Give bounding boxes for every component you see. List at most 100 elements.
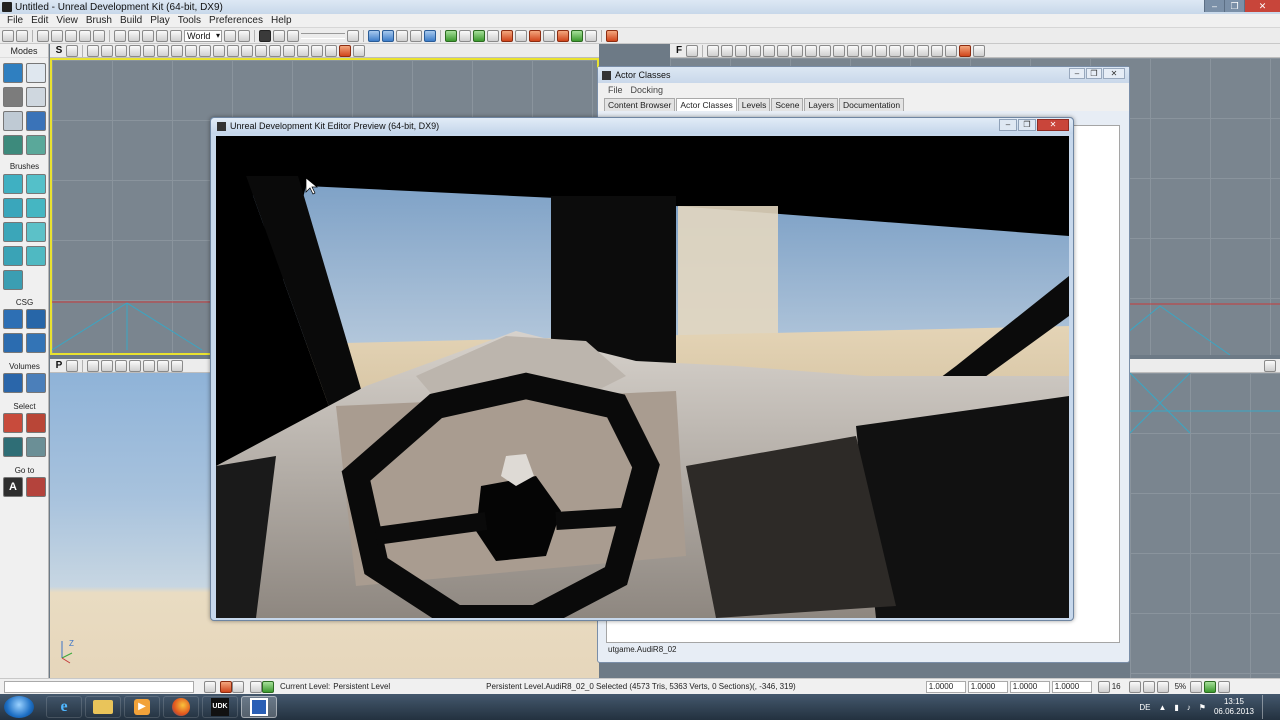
save-icon[interactable] xyxy=(37,29,49,42)
network-icon[interactable]: ▮ xyxy=(1174,703,1178,712)
lock-icon[interactable] xyxy=(325,44,337,57)
tab-layers[interactable]: Layers xyxy=(804,98,838,111)
start-button[interactable] xyxy=(4,696,34,718)
maximize-button[interactable]: ❐ xyxy=(1086,68,1102,79)
add-volume-icon[interactable] xyxy=(3,373,23,393)
play-in-editor-icon[interactable] xyxy=(445,29,457,42)
goto-actor-icon[interactable]: A xyxy=(3,477,23,497)
viewport-type-label[interactable]: S xyxy=(54,45,64,56)
sphere-brush-icon[interactable] xyxy=(26,246,46,266)
lighting-only-icon[interactable] xyxy=(157,359,169,372)
maximize-viewport-icon[interactable] xyxy=(973,44,985,57)
menu-file[interactable]: File xyxy=(3,15,27,26)
show-desktop-button[interactable] xyxy=(1262,695,1272,719)
menu-build[interactable]: Build xyxy=(116,15,146,26)
game-view-icon[interactable] xyxy=(931,44,943,57)
menu-view[interactable]: View xyxy=(52,15,82,26)
lighting-only-icon[interactable] xyxy=(777,44,789,57)
lit-icon[interactable] xyxy=(749,44,761,57)
detail-lighting-icon[interactable] xyxy=(763,44,775,57)
clock[interactable]: 13:15 06.06.2013 xyxy=(1214,697,1254,717)
stop-icon[interactable] xyxy=(529,29,541,42)
texture-density-icon[interactable] xyxy=(805,44,817,57)
menu-brush[interactable]: Brush xyxy=(82,15,116,26)
people-icon[interactable] xyxy=(917,44,929,57)
unknown-tool-icon[interactable] xyxy=(585,29,597,42)
reflection-icon[interactable] xyxy=(241,44,253,57)
rotation-snap-icon[interactable] xyxy=(1128,680,1141,693)
option-icon[interactable] xyxy=(1190,680,1203,693)
csg-deintersect-icon[interactable] xyxy=(26,333,46,353)
play-on-pc-icon[interactable] xyxy=(459,29,471,42)
redo-icon[interactable] xyxy=(93,29,105,42)
k-icon[interactable] xyxy=(273,29,285,42)
build-all-icon[interactable] xyxy=(424,29,436,42)
people-icon[interactable] xyxy=(297,44,309,57)
spiral-stairs-icon[interactable] xyxy=(3,246,23,266)
csg-subtract-icon[interactable] xyxy=(26,309,46,329)
tab-documentation[interactable]: Documentation xyxy=(838,98,905,111)
dropdown-icon[interactable] xyxy=(204,680,216,693)
move-mode-icon[interactable] xyxy=(26,87,46,107)
close-button[interactable]: ✕ xyxy=(1103,68,1125,79)
matinee-icon[interactable] xyxy=(287,29,299,42)
scale-snap-icon[interactable] xyxy=(1156,680,1169,693)
build-cover-icon[interactable] xyxy=(410,29,422,42)
shader-complexity-icon[interactable] xyxy=(199,44,211,57)
flag-icon[interactable]: ⚑ xyxy=(1199,703,1206,712)
unlit-icon[interactable] xyxy=(115,359,127,372)
game-preview-render[interactable] xyxy=(216,136,1069,618)
internet-explorer-icon[interactable]: e xyxy=(46,696,82,718)
language-indicator[interactable]: DE xyxy=(1139,703,1150,712)
draw-icon[interactable] xyxy=(889,44,901,57)
viewport-option-icon[interactable] xyxy=(686,44,698,57)
camera-mode-icon[interactable] xyxy=(3,63,23,83)
unlit-icon[interactable] xyxy=(115,44,127,57)
brush-wire-icon[interactable] xyxy=(101,359,113,372)
tray-expand-icon[interactable]: ▲ xyxy=(1158,703,1166,712)
level-browser-icon[interactable] xyxy=(250,680,262,693)
close-button[interactable]: ✕ xyxy=(1244,0,1280,12)
deselect-icon[interactable] xyxy=(26,413,46,433)
select-icon[interactable] xyxy=(114,29,126,42)
play-mobile-icon[interactable] xyxy=(487,29,499,42)
viewport-type-label[interactable]: P xyxy=(54,360,64,371)
lightmap-density-icon[interactable] xyxy=(213,44,225,57)
tab-scene[interactable]: Scene xyxy=(771,98,804,111)
minimize-button[interactable]: – xyxy=(999,119,1017,131)
menu-help[interactable]: Help xyxy=(267,15,296,26)
matinee-record-icon[interactable] xyxy=(501,29,513,42)
toggle-icon[interactable] xyxy=(557,29,569,42)
brush-wire-icon[interactable] xyxy=(721,44,733,57)
open-icon[interactable] xyxy=(16,29,28,42)
terrain-mode-icon[interactable] xyxy=(3,87,23,107)
menu-file[interactable]: File xyxy=(606,85,629,95)
csg-intersect-icon[interactable] xyxy=(3,333,23,353)
unknown-tool-icon[interactable] xyxy=(515,29,527,42)
g-mode-icon[interactable] xyxy=(875,44,887,57)
hide-selected-icon[interactable] xyxy=(26,437,46,457)
scale-z-field[interactable]: 1.0000 xyxy=(1009,680,1050,693)
reflection-icon[interactable] xyxy=(861,44,873,57)
viewport-option-icon[interactable] xyxy=(66,44,78,57)
draw-icon[interactable] xyxy=(269,44,281,57)
wireframe-icon[interactable] xyxy=(87,44,99,57)
unknown-tool-icon[interactable] xyxy=(543,29,555,42)
close-button[interactable]: ✕ xyxy=(1037,119,1069,131)
maximize-button[interactable]: ❐ xyxy=(1018,119,1036,131)
level-icon[interactable] xyxy=(232,680,244,693)
udk-taskbar-icon[interactable]: UDK xyxy=(202,696,238,718)
play-on-console-icon[interactable] xyxy=(473,29,485,42)
light-complexity-icon[interactable] xyxy=(791,44,803,57)
foliage-mode-icon[interactable] xyxy=(26,135,46,155)
linear-stairs-icon[interactable] xyxy=(3,222,23,242)
show-selected-icon[interactable] xyxy=(3,437,23,457)
scale-icon[interactable] xyxy=(156,29,168,42)
snap-icon[interactable] xyxy=(347,29,359,42)
coordinate-system-combo[interactable]: World xyxy=(184,29,222,42)
maximize-button[interactable]: ❐ xyxy=(1224,0,1244,12)
firefox-icon[interactable] xyxy=(163,696,199,718)
grid-snap-icon[interactable] xyxy=(1097,680,1110,693)
autosave-icon[interactable] xyxy=(1204,680,1217,693)
realtime-icon[interactable] xyxy=(959,44,971,57)
